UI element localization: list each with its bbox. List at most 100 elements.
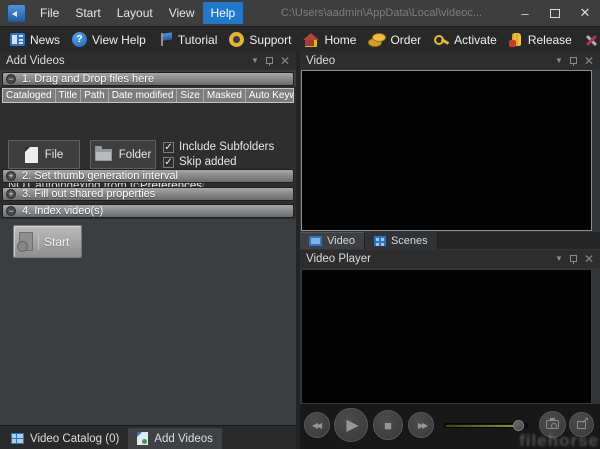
window-title: C:\Users\aadmin\AppData\Local\videoc... <box>281 7 482 19</box>
fast-forward-button[interactable]: ▶▶ <box>408 412 434 438</box>
tab-add-videos-label: Add Videos <box>154 433 213 445</box>
skip-added-label: Skip added <box>179 156 237 168</box>
home-icon <box>303 33 319 47</box>
section-shared-properties-label: 3. Fill out shared properties <box>22 188 155 200</box>
export-frame-button[interactable] <box>569 412 594 437</box>
include-subfolders-option[interactable]: ✓ Include Subfolders <box>163 141 274 153</box>
toolbar-order[interactable]: Order <box>362 30 427 50</box>
maximize-icon <box>550 9 560 18</box>
section-drag-drop[interactable]: − 1. Drag and Drop files here <box>2 72 294 86</box>
column-date-modified[interactable]: Date modified <box>109 89 178 102</box>
menu-view[interactable]: View <box>161 2 203 24</box>
pin-icon[interactable] <box>570 255 577 264</box>
skip-added-checkbox[interactable]: ✓ <box>163 157 174 168</box>
news-icon <box>10 33 25 46</box>
maximize-button[interactable] <box>540 0 570 26</box>
bottom-tabbar: Video Catalog (0) Add Videos <box>0 425 296 449</box>
start-indexing-button-label: Start <box>44 235 69 249</box>
minimize-button[interactable]: – <box>510 0 540 26</box>
panel-close-icon[interactable]: ✕ <box>280 56 290 66</box>
add-videos-doc-icon <box>137 432 148 445</box>
toolbar-activate[interactable]: Activate <box>427 30 503 50</box>
toolbar-news[interactable]: News <box>4 30 66 50</box>
include-subfolders-label: Include Subfolders <box>179 141 274 153</box>
expand-icon[interactable]: + <box>6 189 16 199</box>
catalog-grid-icon <box>11 433 24 444</box>
add-file-button-label: File <box>45 149 64 161</box>
key-icon <box>433 33 449 47</box>
toolbar-update[interactable]: Update <box>578 30 600 50</box>
tab-add-videos[interactable]: Add Videos <box>128 428 222 449</box>
menu-start[interactable]: Start <box>67 2 108 24</box>
rewind-button[interactable]: ◀◀ <box>304 412 330 438</box>
include-subfolders-checkbox[interactable]: ✓ <box>163 142 174 153</box>
video-tabs: Video Scenes <box>300 232 600 249</box>
add-file-button[interactable]: File <box>8 140 80 169</box>
section-index-videos-label: 4. Index video(s) <box>22 205 103 217</box>
start-indexing-button[interactable]: Start <box>13 225 82 258</box>
question-icon <box>72 32 87 47</box>
titlebar: File Start Layout View Help C:\Users\aad… <box>0 0 600 26</box>
scenes-tab-icon <box>374 236 386 246</box>
close-button[interactable]: ✕ <box>570 0 600 26</box>
collapse-icon[interactable]: − <box>6 206 16 216</box>
column-path[interactable]: Path <box>81 89 109 102</box>
panel-menu-icon[interactable]: ▼ <box>555 255 563 263</box>
divider <box>38 234 39 250</box>
video-display-area <box>301 70 592 231</box>
hand-icon <box>509 33 523 47</box>
toolbar-news-label: News <box>30 33 60 47</box>
play-button[interactable]: ▶ <box>334 408 368 442</box>
stop-button[interactable]: ■ <box>373 410 403 440</box>
seek-handle[interactable] <box>513 420 524 431</box>
section-shared-properties[interactable]: + 3. Fill out shared properties <box>2 187 294 201</box>
coins-icon <box>368 33 385 46</box>
column-cataloged[interactable]: Cataloged <box>3 89 56 102</box>
add-videos-panel-header: Add Videos ▼ ✕ <box>0 52 296 70</box>
toolbar-support[interactable]: Support <box>223 29 297 50</box>
menu-file[interactable]: File <box>32 2 67 24</box>
add-videos-panel-title: Add Videos <box>6 55 65 67</box>
tab-video-catalog[interactable]: Video Catalog (0) <box>2 428 128 449</box>
menu-layout[interactable]: Layout <box>109 2 161 24</box>
expand-icon[interactable]: + <box>6 171 16 181</box>
player-controls: ◀◀ ▶ ■ ▶▶ <box>300 404 600 449</box>
add-folder-button[interactable]: Folder <box>90 140 156 169</box>
panel-menu-icon[interactable]: ▼ <box>555 57 563 65</box>
toolbar-home[interactable]: Home <box>297 30 362 50</box>
flag-icon <box>158 32 173 47</box>
tab-scenes-label: Scenes <box>391 235 428 247</box>
section-index-videos[interactable]: − 4. Index video(s) <box>2 204 294 218</box>
section-drag-drop-label: 1. Drag and Drop files here <box>22 73 154 85</box>
video-player-panel-title: Video Player <box>306 253 371 265</box>
section-thumb-interval-label: 2. Set thumb generation interval <box>22 170 178 182</box>
panel-close-icon[interactable]: ✕ <box>584 254 594 264</box>
folder-icon <box>95 149 112 161</box>
column-title[interactable]: Title <box>56 89 82 102</box>
panel-menu-icon[interactable]: ▼ <box>251 57 259 65</box>
pin-icon[interactable] <box>266 57 273 66</box>
panel-close-icon[interactable]: ✕ <box>584 56 594 66</box>
video-player-panel-header: Video Player ▼ ✕ <box>300 250 600 268</box>
menu-help[interactable]: Help <box>203 2 244 24</box>
collapse-icon[interactable]: − <box>6 74 16 84</box>
toolbar-activate-label: Activate <box>454 33 497 47</box>
index-video-icon <box>19 232 33 251</box>
toolbar-support-label: Support <box>249 33 291 47</box>
toolbar-tutorial[interactable]: Tutorial <box>152 29 224 50</box>
file-list-header: Cataloged Title Path Date modified Size … <box>2 88 294 103</box>
toolbar-view-help[interactable]: View Help <box>66 29 152 50</box>
capture-frame-button[interactable] <box>539 411 566 438</box>
section-thumb-interval[interactable]: + 2. Set thumb generation interval <box>2 169 294 183</box>
seek-slider[interactable] <box>444 423 528 428</box>
column-size[interactable]: Size <box>177 89 203 102</box>
tab-scenes[interactable]: Scenes <box>365 232 438 249</box>
skip-added-option[interactable]: ✓ Skip added <box>163 156 237 168</box>
camera-icon <box>546 420 559 429</box>
tab-video[interactable]: Video <box>300 232 365 249</box>
column-masked[interactable]: Masked <box>204 89 246 102</box>
video-tab-icon <box>309 236 322 246</box>
column-auto-keywords[interactable]: Auto Keywords <box>246 89 294 102</box>
toolbar-release[interactable]: Release <box>503 30 578 50</box>
pin-icon[interactable] <box>570 57 577 66</box>
